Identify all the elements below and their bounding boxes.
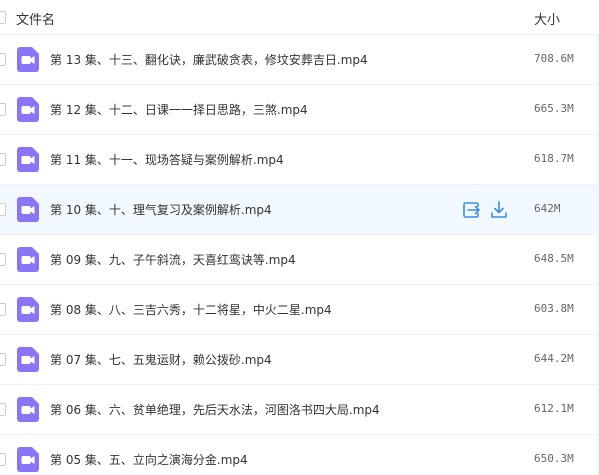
file-row[interactable]: 第 09 集、九、子午斜流，天喜红鸾诀等.mp4 648.5M	[0, 235, 599, 285]
column-header-size[interactable]: 大小	[534, 9, 560, 28]
file-row[interactable]: 第 05 集、五、立向之演海分金.mp4 650.3M	[0, 435, 599, 475]
video-file-icon	[17, 197, 39, 222]
row-checkbox[interactable]	[0, 353, 6, 366]
row-checkbox[interactable]	[0, 153, 6, 166]
row-checkbox[interactable]	[0, 403, 6, 416]
row-checkbox[interactable]	[0, 203, 6, 216]
file-list: 文件名 大小 第 13 集、十三、翻化诀，廉武破贪表，修坟安葬吉日.mp4 70…	[0, 0, 599, 475]
select-all-checkbox[interactable]	[0, 11, 6, 24]
row-checkbox[interactable]	[0, 253, 6, 266]
file-size: 648.5M	[534, 252, 574, 265]
file-size: 644.2M	[534, 352, 574, 365]
row-checkbox[interactable]	[0, 53, 6, 66]
file-name[interactable]: 第 05 集、五、立向之演海分金.mp4	[50, 451, 248, 468]
video-file-icon	[17, 247, 39, 272]
video-file-icon	[17, 397, 39, 422]
file-list-header: 文件名 大小	[0, 0, 599, 35]
file-size: 603.8M	[534, 302, 574, 315]
file-row[interactable]: 第 12 集、十二、日课一一择日思路，三煞.mp4 665.3M	[0, 85, 599, 135]
file-name[interactable]: 第 09 集、九、子午斜流，天喜红鸾诀等.mp4	[50, 251, 296, 268]
file-size: 612.1M	[534, 402, 574, 415]
file-size: 642M	[534, 202, 561, 215]
file-size: 708.6M	[534, 52, 574, 65]
file-row[interactable]: 第 11 集、十一、现场答疑与案例解析.mp4 618.7M	[0, 135, 599, 185]
file-name[interactable]: 第 07 集、七、五鬼运财，赖公拨砂.mp4	[50, 351, 272, 368]
file-row-hovered[interactable]: 第 10 集、十、理气复习及案例解析.mp4 642M	[0, 185, 599, 235]
video-file-icon	[17, 147, 39, 172]
file-name[interactable]: 第 13 集、十三、翻化诀，廉武破贪表，修坟安葬吉日.mp4	[50, 51, 368, 68]
row-checkbox[interactable]	[0, 303, 6, 316]
row-checkbox[interactable]	[0, 453, 6, 466]
video-file-icon	[17, 297, 39, 322]
file-name[interactable]: 第 12 集、十二、日课一一择日思路，三煞.mp4	[50, 101, 308, 118]
file-size: 650.3M	[534, 452, 574, 465]
file-name[interactable]: 第 10 集、十、理气复习及案例解析.mp4	[50, 201, 272, 218]
file-row[interactable]: 第 06 集、六、贫单绝理，先后天水法，河图洛书四大局.mp4 612.1M	[0, 385, 599, 435]
file-name[interactable]: 第 08 集、八、三吉六秀，十二将星，中火二星.mp4	[50, 301, 332, 318]
file-row[interactable]: 第 13 集、十三、翻化诀，廉武破贪表，修坟安葬吉日.mp4 708.6M	[0, 35, 599, 85]
file-row[interactable]: 第 07 集、七、五鬼运财，赖公拨砂.mp4 644.2M	[0, 335, 599, 385]
file-rows: 第 13 集、十三、翻化诀，廉武破贪表，修坟安葬吉日.mp4 708.6M 第 …	[0, 35, 599, 475]
row-actions	[462, 200, 514, 220]
file-size: 665.3M	[534, 102, 574, 115]
file-name[interactable]: 第 11 集、十一、现场答疑与案例解析.mp4	[50, 151, 284, 168]
video-file-icon	[17, 97, 39, 122]
share-icon[interactable]	[462, 200, 482, 220]
file-size: 618.7M	[534, 152, 574, 165]
row-checkbox[interactable]	[0, 103, 6, 116]
video-file-icon	[17, 447, 39, 472]
video-file-icon	[17, 47, 39, 72]
file-row[interactable]: 第 08 集、八、三吉六秀，十二将星，中火二星.mp4 603.8M	[0, 285, 599, 335]
download-icon[interactable]	[489, 200, 509, 220]
video-file-icon	[17, 347, 39, 372]
file-name[interactable]: 第 06 集、六、贫单绝理，先后天水法，河图洛书四大局.mp4	[50, 401, 380, 418]
column-header-filename[interactable]: 文件名	[16, 9, 55, 28]
